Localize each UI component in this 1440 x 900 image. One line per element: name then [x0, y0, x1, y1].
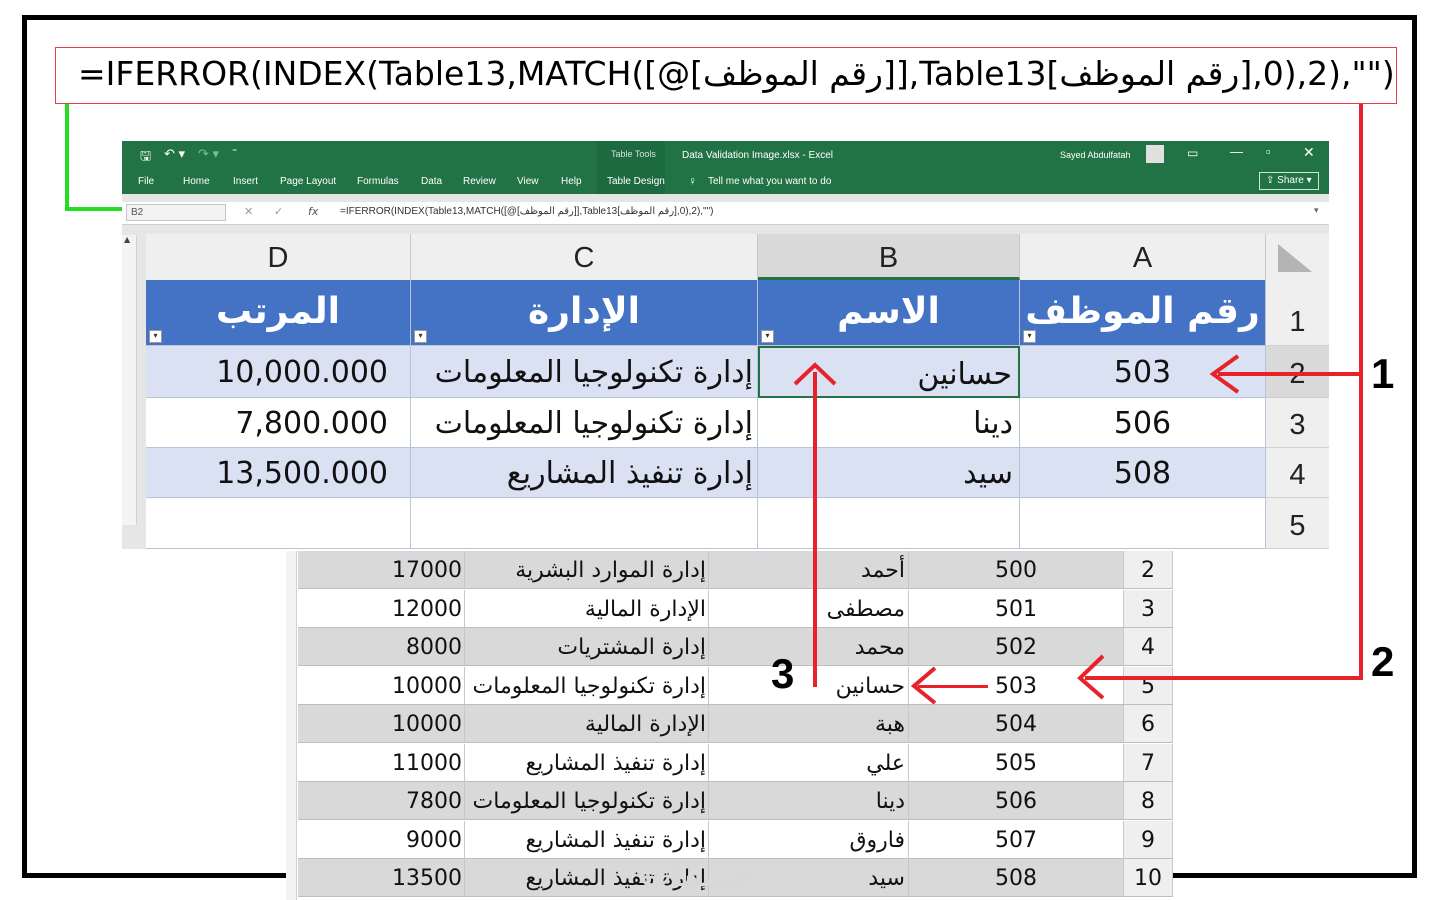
arrow-icon	[793, 354, 1240, 705]
step-label-3: 3	[771, 650, 795, 697]
watermark: خمسات	[640, 855, 754, 895]
step-label-2: 2	[1371, 638, 1395, 685]
step-label-1: 1	[1371, 350, 1395, 397]
